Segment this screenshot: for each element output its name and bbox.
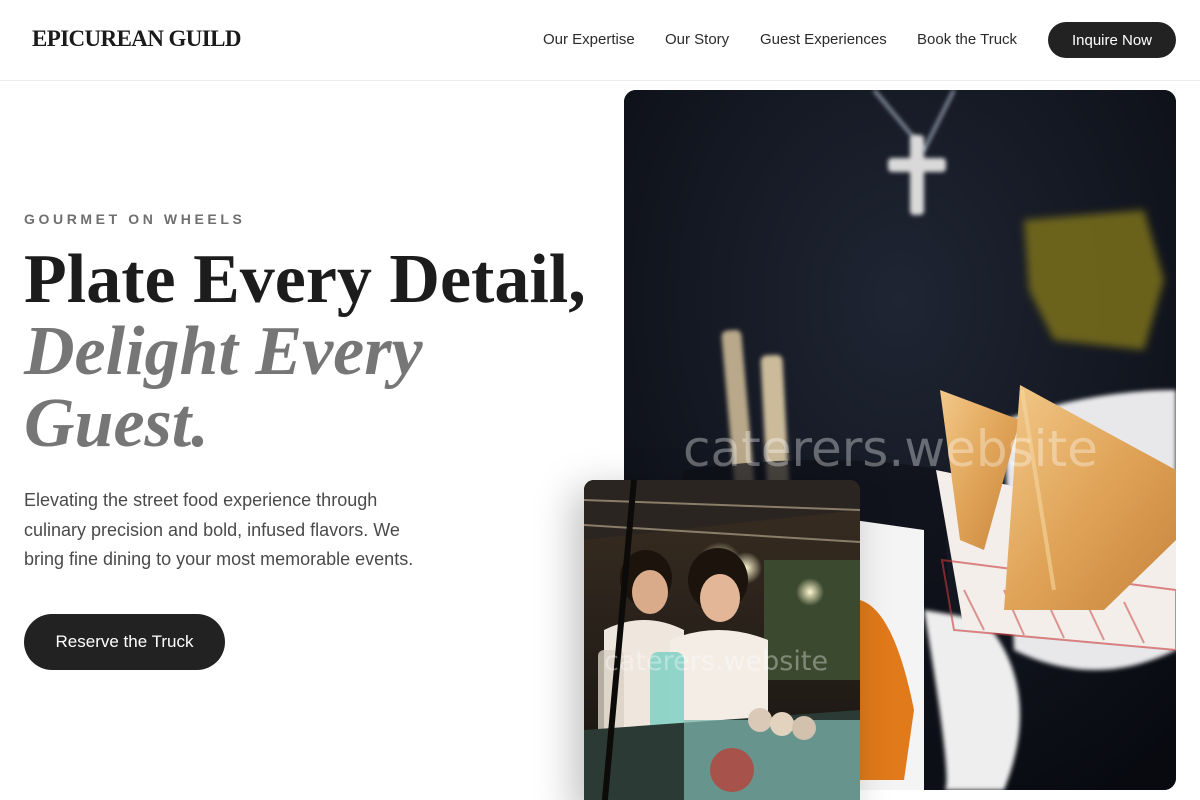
logo[interactable]: EPICUREAN GUILD bbox=[32, 26, 241, 52]
inquire-now-button[interactable]: Inquire Now bbox=[1048, 22, 1176, 58]
hero-description: Elevating the street food experience thr… bbox=[24, 486, 464, 575]
nav-item-guest-experiences[interactable]: Guest Experiences bbox=[760, 31, 887, 48]
secondary-image-watermark: caterers.website bbox=[604, 646, 829, 677]
hero-eyebrow: GOURMET ON WHEELS bbox=[24, 211, 246, 227]
hero-secondary-image: caterers.website bbox=[584, 480, 860, 800]
description-line: Elevating the street food experience thr… bbox=[24, 490, 378, 510]
headline-line-2: Delight Every bbox=[24, 313, 423, 390]
reserve-truck-button[interactable]: Reserve the Truck bbox=[24, 614, 225, 670]
description-line: culinary precision and bold, infused fla… bbox=[24, 519, 400, 540]
headline-line-3: Guest. bbox=[24, 385, 209, 462]
food-truck-chefs-illustration bbox=[584, 480, 860, 800]
description-line: bring fine dining to your most memorable… bbox=[24, 549, 414, 569]
site-header: EPICUREAN GUILD Our Expertise Our Story … bbox=[0, 0, 1200, 81]
nav-item-our-expertise[interactable]: Our Expertise bbox=[543, 31, 635, 48]
nav-item-our-story[interactable]: Our Story bbox=[665, 31, 729, 48]
headline-line-1: Plate Every Detail, bbox=[24, 241, 586, 318]
nav-item-book-the-truck[interactable]: Book the Truck bbox=[917, 31, 1017, 48]
hero-headline: Plate Every Detail, Delight Every Guest. bbox=[24, 244, 586, 460]
main-image-watermark: caterers.website bbox=[683, 420, 1098, 478]
